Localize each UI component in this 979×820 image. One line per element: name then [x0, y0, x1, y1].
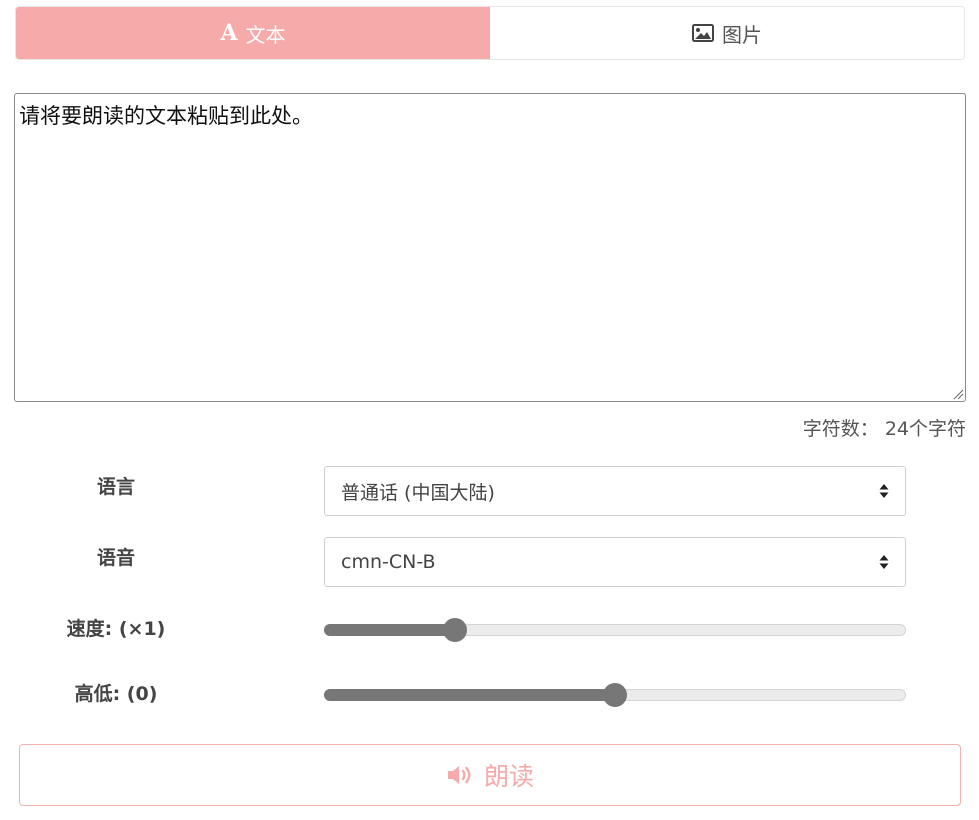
speed-label: 速度: (×1): [66, 618, 166, 640]
image-icon: [692, 24, 714, 42]
speed-slider-thumb[interactable]: [442, 618, 467, 642]
resize-handle-icon[interactable]: [952, 388, 964, 400]
read-aloud-label: 朗读: [483, 762, 534, 791]
sort-arrows-icon: [879, 555, 889, 569]
tab-text[interactable]: A 文本: [16, 7, 490, 59]
pitch-slider-thumb[interactable]: [603, 683, 627, 707]
voice-select[interactable]: cmn-CN-B: [324, 537, 906, 587]
volume-icon: [447, 766, 471, 784]
pitch-slider[interactable]: [324, 682, 906, 708]
character-count: 字符数： 24个字符: [802, 418, 966, 440]
speed-slider-fill: [324, 624, 455, 636]
font-icon: A: [220, 20, 238, 46]
voice-label: 语音: [96, 547, 135, 569]
language-selected-value: 普通话 (中国大陆): [341, 481, 495, 504]
tab-text-label: 文本: [245, 22, 286, 47]
language-label: 语言: [96, 476, 135, 498]
input-mode-tabs: A 文本 图片: [15, 6, 965, 60]
sort-arrows-icon: [879, 484, 889, 498]
text-input[interactable]: [14, 93, 966, 402]
speed-slider[interactable]: [324, 617, 906, 643]
pitch-slider-fill: [324, 689, 615, 701]
read-aloud-button[interactable]: 朗读: [19, 744, 961, 806]
tab-image-label: 图片: [722, 22, 762, 47]
tab-image[interactable]: 图片: [490, 7, 964, 59]
language-select[interactable]: 普通话 (中国大陆): [324, 466, 906, 516]
pitch-label: 高低: (0): [74, 683, 158, 705]
voice-selected-value: cmn-CN-B: [341, 551, 436, 573]
